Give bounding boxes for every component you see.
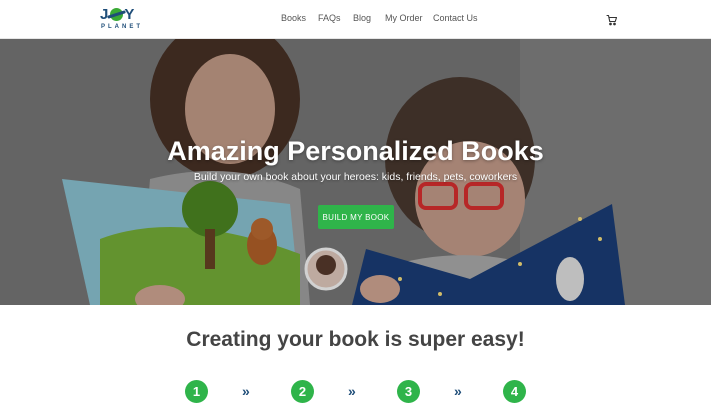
steps-heading: Creating your book is super easy! bbox=[186, 328, 525, 351]
shopping-cart-icon[interactable] bbox=[606, 13, 618, 26]
joy-planet-logo[interactable]: JY PLANET bbox=[100, 7, 146, 32]
hero-banner: Amazing Personalized Books Build your ow… bbox=[0, 39, 711, 305]
nav-blog[interactable]: Blog bbox=[353, 12, 371, 25]
site-header: JY PLANET Books FAQs Blog My Order Conta… bbox=[0, 0, 711, 39]
step-arrow-1: » bbox=[242, 383, 250, 399]
hero-title: Amazing Personalized Books bbox=[167, 136, 544, 166]
step-arrow-2: » bbox=[348, 383, 356, 399]
nav-faqs[interactable]: FAQs bbox=[318, 12, 341, 25]
hero-subtitle: Build your own book about your heroes: k… bbox=[193, 171, 518, 183]
step-arrow-3: » bbox=[454, 383, 462, 399]
planet-icon bbox=[110, 8, 124, 21]
build-my-book-button[interactable]: BUILD MY BOOK bbox=[318, 205, 394, 229]
logo-letter-y: Y bbox=[124, 6, 136, 23]
nav-contact-us[interactable]: Contact Us bbox=[433, 12, 478, 25]
nav-books[interactable]: Books bbox=[281, 12, 306, 25]
logo-subtext: PLANET bbox=[101, 24, 143, 30]
nav-my-order[interactable]: My Order bbox=[385, 12, 423, 25]
